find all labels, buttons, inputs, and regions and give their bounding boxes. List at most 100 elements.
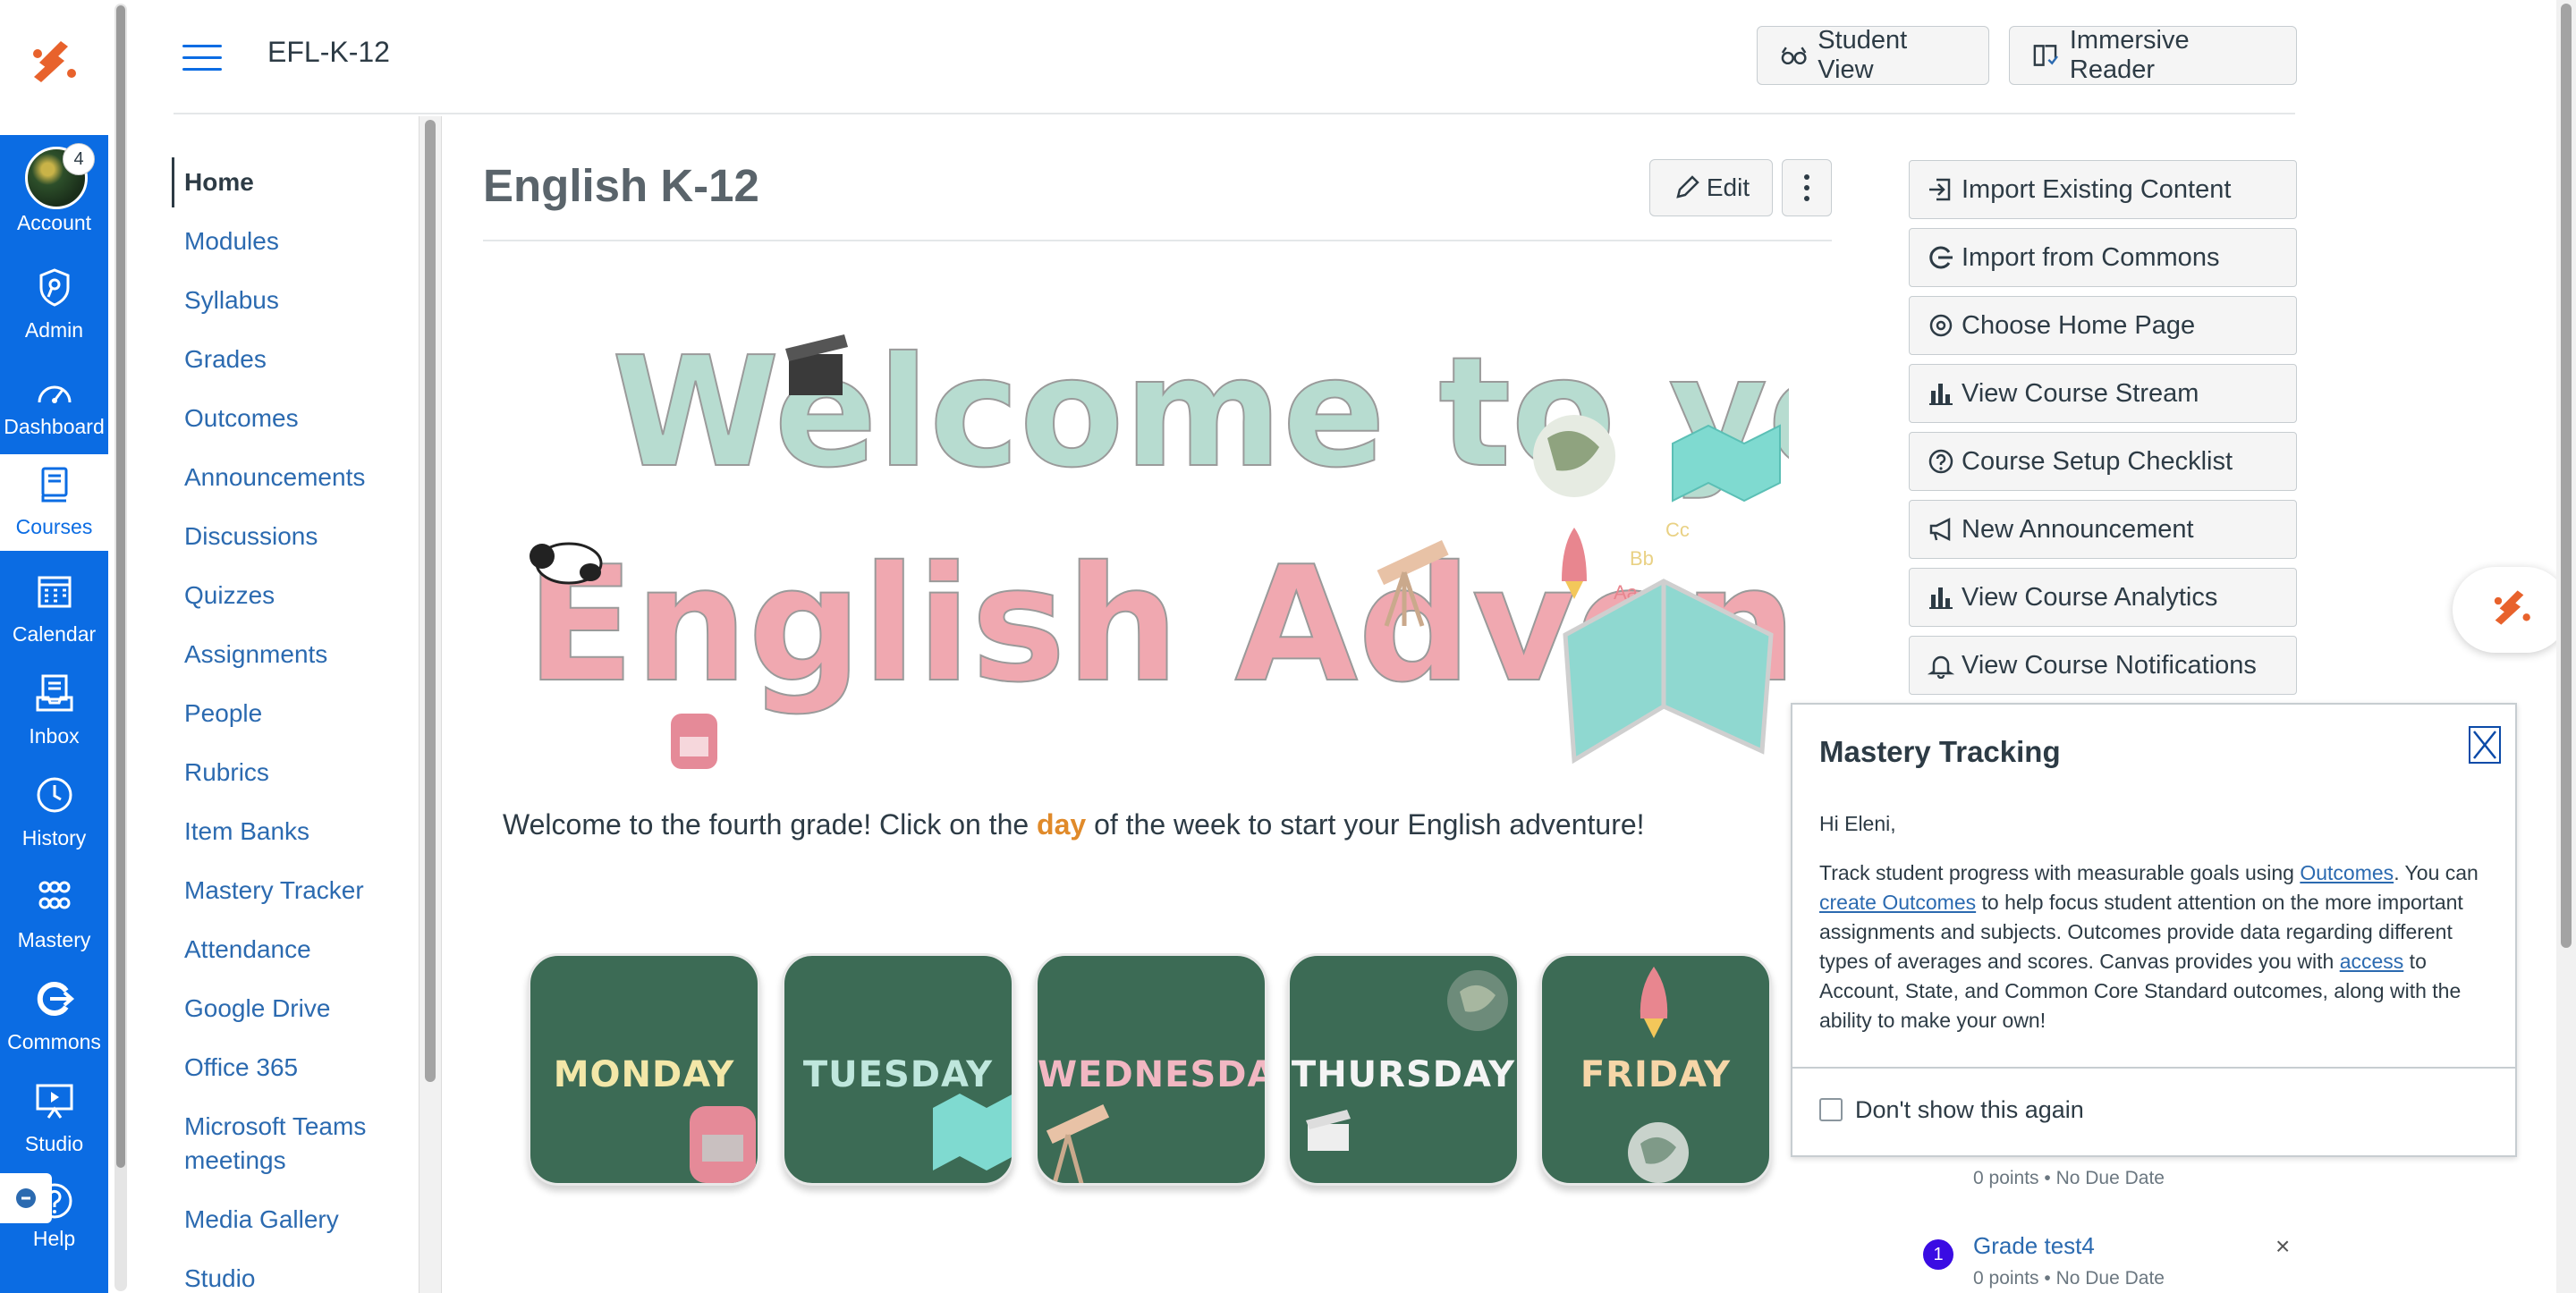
day-card-monday[interactable]: MONDAY — [528, 953, 760, 1186]
global-nav-scrollbar[interactable] — [114, 4, 127, 1291]
popup-body: Track student progress with measurable g… — [1819, 861, 2479, 1032]
nav-dashboard[interactable]: Dashboard — [0, 365, 108, 461]
nav-admin[interactable]: Admin — [0, 258, 108, 354]
nav-studio[interactable]: Studio — [0, 1071, 108, 1168]
create-outcomes-link[interactable]: create Outcomes — [1819, 891, 1976, 914]
day-card-friday[interactable]: FRIDAY — [1539, 953, 1772, 1186]
todo-number-badge: 1 — [1923, 1239, 1953, 1270]
dont-show-again-checkbox[interactable] — [1819, 1098, 1843, 1121]
nav-commons[interactable]: Commons — [0, 969, 108, 1066]
course-nav-microsoft-teams-line2[interactable]: meetings — [184, 1146, 286, 1175]
choose-home-page-button[interactable]: Choose Home Page — [1909, 296, 2297, 355]
course-nav-office-365[interactable]: Office 365 — [184, 1053, 298, 1082]
course-nav-studio[interactable]: Studio — [184, 1264, 255, 1293]
course-nav-media-gallery[interactable]: Media Gallery — [184, 1205, 339, 1234]
header-divider — [174, 113, 2295, 114]
close-icon — [2473, 731, 2496, 759]
nav-label: Help — [32, 1227, 76, 1250]
new-announcement-button[interactable]: New Announcement — [1909, 500, 2297, 559]
clapperboard-icon — [1306, 1110, 1351, 1151]
hamburger-menu-icon[interactable] — [182, 45, 222, 72]
nav-inbox[interactable]: Inbox — [0, 663, 108, 760]
course-nav-home[interactable]: Home — [184, 168, 254, 197]
page-scrollbar[interactable] — [2556, 0, 2576, 1293]
nav-label: Dashboard — [4, 415, 105, 438]
more-options-button[interactable] — [1782, 159, 1832, 216]
target-icon — [1929, 314, 1953, 337]
view-course-notifications-button[interactable]: View Course Notifications — [1909, 636, 2297, 695]
course-nav-outcomes[interactable]: Outcomes — [184, 404, 299, 433]
import-icon — [1929, 178, 1951, 201]
student-view-button[interactable]: Student View — [1757, 26, 1989, 85]
immersive-reader-icon — [2033, 45, 2058, 66]
map-icon — [933, 1094, 1012, 1170]
floating-widget-button[interactable] — [2453, 567, 2569, 653]
todo-title-link[interactable]: Grade test4 — [1973, 1232, 2095, 1260]
course-nav-grades[interactable]: Grades — [184, 345, 267, 374]
day-card-tuesday[interactable]: TUESDAY — [782, 953, 1014, 1186]
course-nav-assignments[interactable]: Assignments — [184, 640, 327, 669]
nav-label: Studio — [24, 1132, 84, 1155]
view-course-stream-button[interactable]: View Course Stream — [1909, 364, 2297, 423]
course-nav-scrollbar[interactable] — [419, 116, 442, 1293]
course-nav-mastery-tracker[interactable]: Mastery Tracker — [184, 876, 364, 905]
course-nav-modules[interactable]: Modules — [184, 227, 279, 256]
course-nav-people[interactable]: People — [184, 699, 262, 728]
nav-label: Account — [16, 211, 92, 234]
pencil-icon — [1676, 175, 1699, 199]
close-button[interactable] — [2469, 726, 2501, 764]
nav-account[interactable]: 4 Account — [0, 139, 108, 236]
intro-text: Welcome to the fourth grade! Click on th… — [503, 808, 1645, 841]
backpack-icon — [671, 714, 717, 769]
mastery-tracking-popup: Mastery Tracking Hi Eleni, Track student… — [1791, 703, 2517, 1157]
import-from-commons-button[interactable]: Import from Commons — [1909, 228, 2297, 287]
edit-button[interactable]: Edit — [1649, 159, 1773, 216]
nav-calendar[interactable]: Calendar — [0, 562, 108, 658]
inbox-icon — [36, 674, 73, 712]
nav-courses[interactable]: Courses — [0, 454, 108, 551]
bell-icon — [1928, 655, 1954, 679]
nav-mastery[interactable]: Mastery — [0, 867, 108, 964]
kebab-icon — [1804, 174, 1809, 201]
view-course-analytics-button[interactable]: View Course Analytics — [1909, 568, 2297, 627]
studio-icon — [36, 1084, 73, 1119]
button-label: View Course Notifications — [1962, 650, 2257, 680]
button-label: View Course Stream — [1962, 378, 2199, 408]
map-icon — [1672, 424, 1781, 503]
immersive-reader-button[interactable]: Immersive Reader — [2009, 26, 2297, 85]
active-indicator — [172, 157, 174, 207]
accessibility-widget[interactable] — [0, 1173, 52, 1223]
course-nav-rubrics[interactable]: Rubrics — [184, 758, 269, 787]
edit-label: Edit — [1706, 173, 1750, 201]
welcome-banner: Welcome to your English Adventure! Bb Cc… — [525, 324, 1789, 769]
course-nav-discussions[interactable]: Discussions — [184, 522, 318, 551]
button-label: New Announcement — [1962, 514, 2194, 544]
course-nav-item-banks[interactable]: Item Banks — [184, 817, 309, 846]
mastery-icon — [38, 881, 71, 909]
day-card-thursday[interactable]: THURSDAY — [1287, 953, 1520, 1186]
nav-label: Mastery — [17, 928, 91, 951]
immersive-reader-label: Immersive Reader — [2069, 26, 2190, 84]
button-label: Import Existing Content — [1962, 174, 2232, 204]
course-nav-attendance[interactable]: Attendance — [184, 935, 311, 964]
course-nav-quizzes[interactable]: Quizzes — [184, 581, 275, 610]
clock-icon — [37, 777, 72, 813]
course-nav-google-drive[interactable]: Google Drive — [184, 994, 330, 1023]
course-nav-syllabus[interactable]: Syllabus — [184, 286, 279, 315]
breadcrumb[interactable]: EFL-K-12 — [267, 36, 390, 69]
question-circle-icon — [1928, 449, 1953, 474]
access-link[interactable]: access — [2340, 950, 2404, 973]
canvas-logo-icon — [2494, 590, 2530, 625]
canvas-logo-icon[interactable] — [21, 32, 86, 97]
course-setup-checklist-button[interactable]: Course Setup Checklist — [1909, 432, 2297, 491]
course-nav-announcements[interactable]: Announcements — [184, 463, 365, 492]
popup-greeting: Hi Eleni, — [1819, 812, 1896, 835]
dont-show-again-label[interactable]: Don't show this again — [1855, 1096, 2084, 1124]
day-card-wednesday[interactable]: WEDNESDAY — [1035, 953, 1267, 1186]
calendar-icon — [38, 576, 72, 608]
outcomes-link[interactable]: Outcomes — [2300, 861, 2394, 884]
nav-history[interactable]: History — [0, 765, 108, 862]
course-nav-microsoft-teams[interactable]: Microsoft Teams — [184, 1112, 366, 1141]
import-existing-content-button[interactable]: Import Existing Content — [1909, 160, 2297, 219]
dismiss-icon[interactable]: × — [2275, 1232, 2290, 1261]
